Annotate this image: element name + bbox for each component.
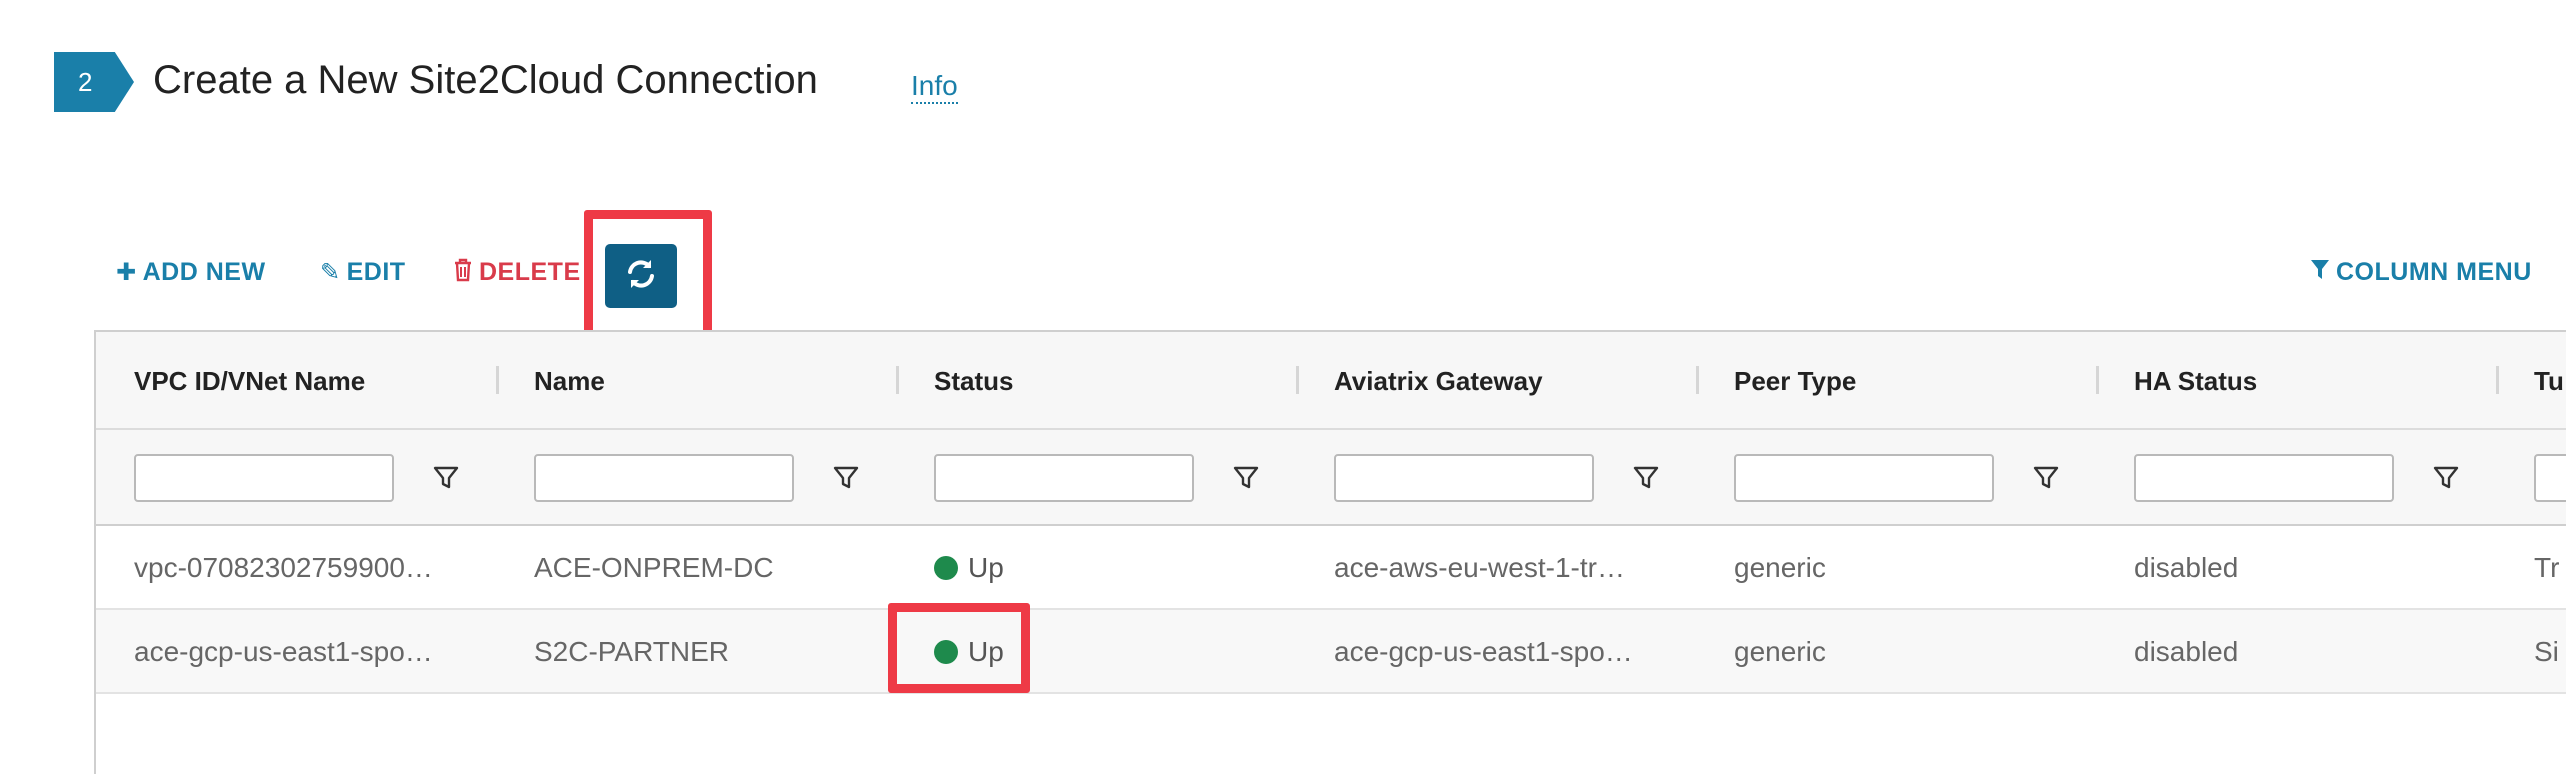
column-header-tunnel[interactable]: Tu (2534, 332, 2564, 430)
column-menu-button[interactable]: COLUMN MENU (2310, 258, 2532, 287)
trash-icon (453, 258, 473, 287)
cell-peer-type: generic (1734, 552, 1826, 583)
filter-funnel-icon[interactable] (432, 464, 460, 492)
column-menu-label: COLUMN MENU (2336, 258, 2532, 286)
cell-tunnel: Si (2534, 636, 2559, 667)
column-resizer[interactable] (1296, 366, 1299, 394)
edit-label: EDIT (346, 258, 406, 286)
filter-input-vpc[interactable] (134, 454, 394, 502)
column-resizer[interactable] (2496, 366, 2499, 394)
table-row[interactable]: ace-gcp-us-east1-spo… S2C-PARTNER Up ace… (96, 610, 2566, 694)
cell-status: Up (934, 526, 1296, 610)
plus-icon: ✚ (116, 258, 137, 286)
table-header-row: VPC ID/VNet Name Name Status Aviatrix Ga… (96, 332, 2566, 430)
cell-vpc: vpc-07082302759900… (134, 552, 433, 583)
refresh-highlight-box (584, 210, 712, 348)
column-resizer[interactable] (1696, 366, 1699, 394)
cell-name: ACE-ONPREM-DC (534, 552, 774, 583)
cell-vpc: ace-gcp-us-east1-spo… (134, 636, 433, 667)
filter-input-ha-status[interactable] (2134, 454, 2394, 502)
edit-button[interactable]: ✎ EDIT (320, 258, 406, 287)
cell-gateway: ace-gcp-us-east1-spo… (1334, 636, 1633, 667)
column-header-ha-status[interactable]: HA Status (2134, 332, 2257, 430)
status-text: Up (968, 552, 1004, 583)
cell-ha-status: disabled (2134, 636, 2239, 667)
table-row[interactable]: vpc-07082302759900… ACE-ONPREM-DC Up ace… (96, 526, 2566, 610)
filter-input-tunnel[interactable] (2534, 454, 2566, 502)
page-title: Create a New Site2Cloud Connection (153, 58, 818, 102)
column-header-vpc[interactable]: VPC ID/VNet Name (134, 332, 365, 430)
filter-input-name[interactable] (534, 454, 794, 502)
cell-ha-status: disabled (2134, 552, 2239, 583)
column-resizer[interactable] (2096, 366, 2099, 394)
add-new-label: ADD NEW (142, 258, 266, 286)
step-number-badge: 2 (54, 52, 134, 112)
cell-tunnel: Tr (2534, 552, 2560, 583)
filter-funnel-icon[interactable] (2432, 464, 2460, 492)
column-resizer[interactable] (496, 366, 499, 394)
filter-funnel-icon[interactable] (1632, 464, 1660, 492)
filter-input-gateway[interactable] (1334, 454, 1594, 502)
add-new-button[interactable]: ✚ ADD NEW (116, 258, 266, 287)
cell-name: S2C-PARTNER (534, 636, 730, 667)
column-header-gateway[interactable]: Aviatrix Gateway (1334, 332, 1543, 430)
filter-input-status[interactable] (934, 454, 1194, 502)
info-link[interactable]: Info (911, 70, 958, 104)
filter-input-peer-type[interactable] (1734, 454, 1994, 502)
delete-label: DELETE (479, 258, 581, 286)
filter-funnel-icon[interactable] (2032, 464, 2060, 492)
column-header-peer-type[interactable]: Peer Type (1734, 332, 1856, 430)
cell-gateway: ace-aws-eu-west-1-tr… (1334, 552, 1625, 583)
pencil-icon: ✎ (320, 258, 341, 286)
filter-funnel-icon[interactable] (832, 464, 860, 492)
column-header-status[interactable]: Status (934, 332, 1013, 430)
delete-button[interactable]: DELETE (453, 258, 581, 287)
cell-peer-type: generic (1734, 636, 1826, 667)
status-up-icon (934, 556, 958, 580)
status-highlight-box (888, 603, 1030, 693)
filter-funnel-icon[interactable] (1232, 464, 1260, 492)
funnel-icon (2310, 259, 2330, 286)
connections-table: VPC ID/VNet Name Name Status Aviatrix Ga… (94, 330, 2566, 774)
column-resizer[interactable] (896, 366, 899, 394)
column-header-name[interactable]: Name (534, 332, 605, 430)
table-filter-row (96, 430, 2566, 526)
